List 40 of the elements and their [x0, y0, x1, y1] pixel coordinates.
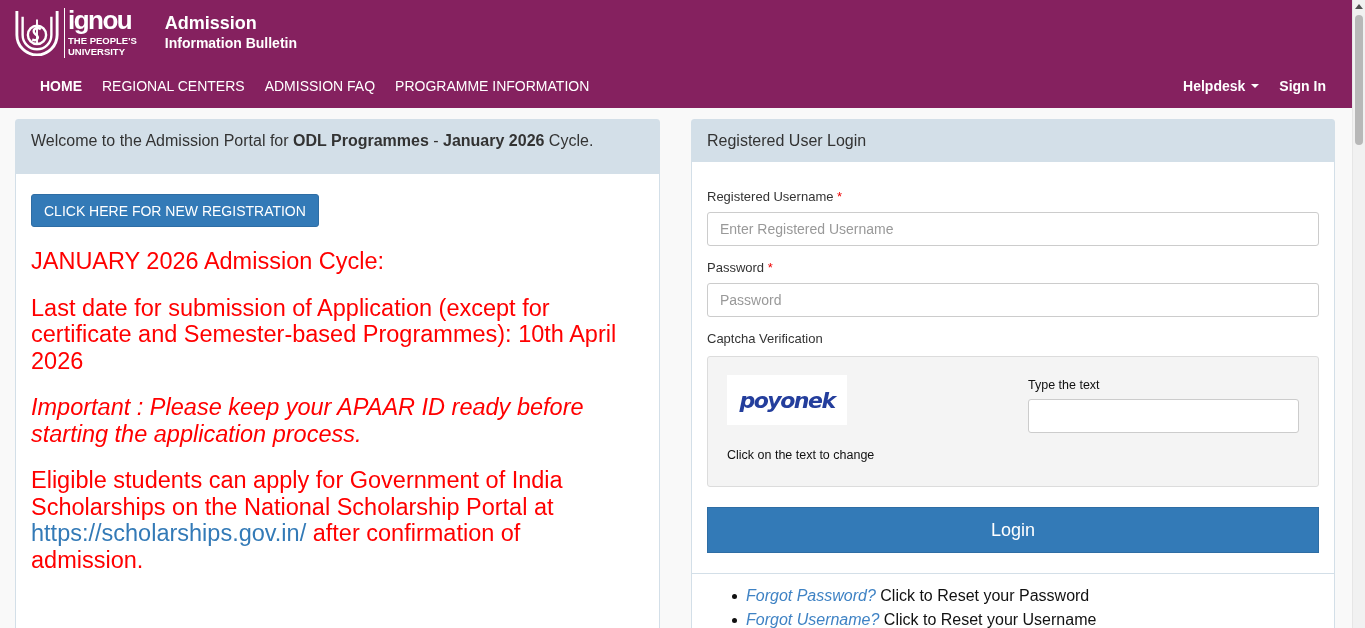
nav-link[interactable]: PROGRAMME INFORMATION — [385, 69, 600, 102]
welcome-text: Welcome to the Admission Portal for ODL Programmes - January 2026 Cycle. — [31, 131, 595, 151]
sign-in-link[interactable]: Sign In — [1269, 69, 1336, 102]
notice-text: Important : Please keep your APAAR ID ready before starting the application process. — [31, 394, 585, 447]
site-subtitle: Information Bulletin — [164, 34, 297, 53]
input-field[interactable]: Password — [707, 283, 1319, 317]
help-link[interactable]: Forgot Password? — [746, 587, 876, 604]
captcha-hint: Click on the text to change — [727, 447, 875, 464]
scrollbar-track[interactable] — [1352, 0, 1365, 628]
logo-tagline: THE PEOPLE'S — [68, 36, 137, 47]
help-link[interactable]: Forgot Username? — [746, 611, 880, 628]
site-title: Admission — [164, 13, 258, 33]
nav-link[interactable]: REGIONAL CENTERS — [92, 69, 255, 102]
nav-link[interactable]: HOME — [30, 69, 92, 102]
scholarship-link[interactable]: https://scholarships.gov.in/ — [31, 520, 307, 546]
input-field[interactable]: Enter Registered Username — [707, 212, 1319, 246]
emblem-icon[interactable] — [14, 8, 60, 56]
nav-link[interactable]: ADMISSION FAQ — [254, 69, 386, 102]
captcha-field[interactable] — [1028, 399, 1299, 433]
logo-tagline: UNIVERSITY — [68, 46, 125, 57]
notice-text: Last date for submission of Application (except for certificate and Semester-based Programmes): 10th April 2026 — [31, 294, 618, 374]
field-label: Password * — [707, 259, 774, 277]
field-label: Registered Username * — [707, 188, 844, 206]
bullet-icon — [732, 617, 737, 623]
help-text: Forgot Password? Click to Reset your Password — [746, 586, 1090, 606]
caret-icon — [1251, 83, 1260, 88]
captcha-input-label: Type the text — [1028, 377, 1101, 394]
helpdesk-menu[interactable]: Helpdesk — [1173, 69, 1270, 102]
logo-wordmark: ignou — [68, 8, 132, 32]
scroll-up-icon[interactable] — [1355, 4, 1363, 9]
field-label: Captcha Verification — [707, 330, 824, 348]
new-registration-button[interactable]: CLICK HERE FOR NEW REGISTRATION — [31, 194, 319, 227]
notice-text: JANUARY 2026 Admission Cycle: — [31, 248, 386, 275]
login-button[interactable]: Login — [707, 507, 1319, 553]
scrollbar-thumb[interactable] — [1355, 15, 1363, 145]
panel-title: Registered User Login — [707, 132, 867, 149]
captcha-image[interactable]: poyonek — [727, 375, 847, 425]
notice-text: Eligible students can apply for Government of India Scholarships on the National Scholarship Portal at https://scholarships.gov.in/ after confirmation of admission. — [31, 467, 564, 573]
help-text: Forgot Username? Click to Reset your Username — [746, 610, 1097, 628]
bullet-icon — [732, 593, 737, 599]
